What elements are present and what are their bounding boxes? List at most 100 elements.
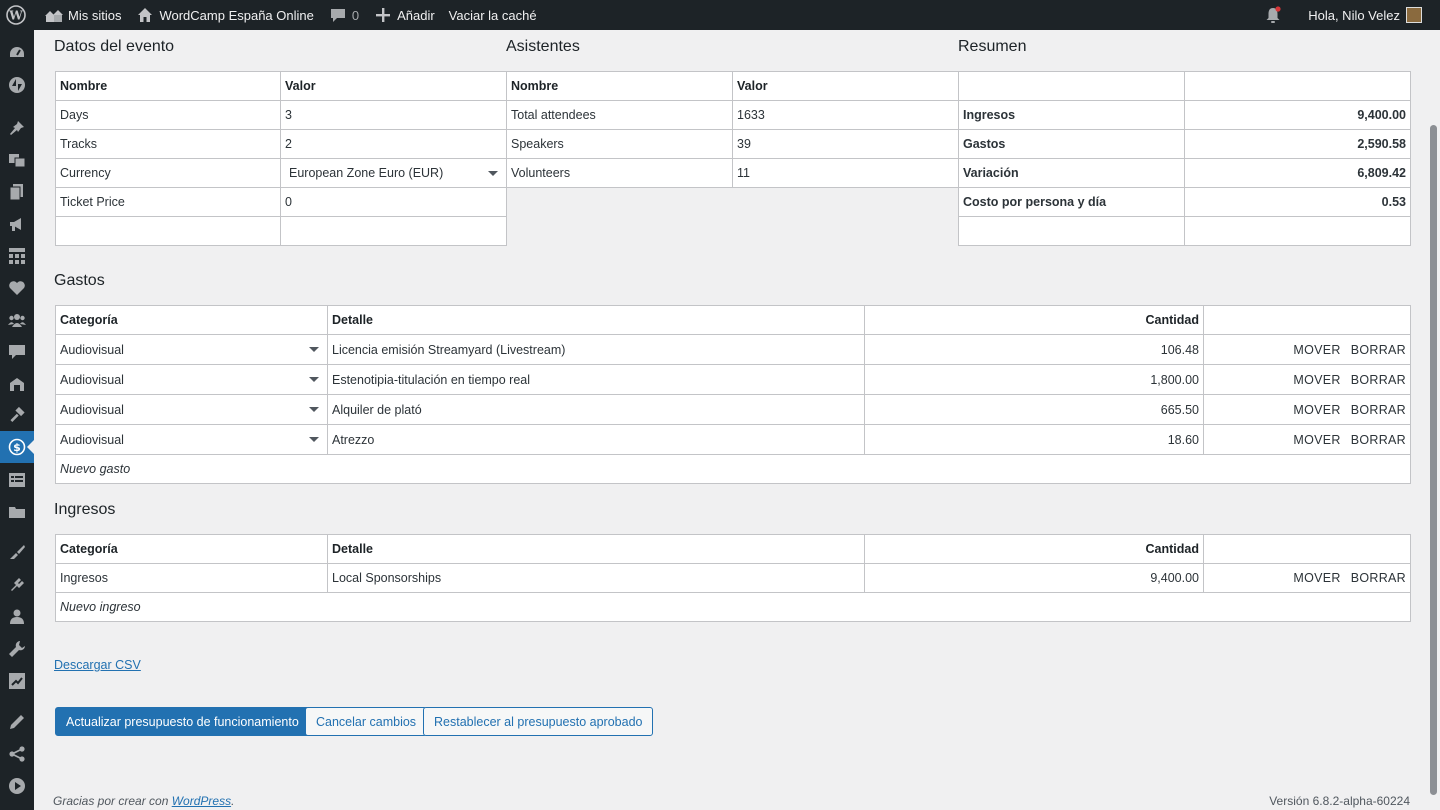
row-actions: MOVER BORRAR — [1203, 334, 1411, 365]
hammer-tools-icon[interactable] — [7, 406, 27, 426]
clear-cache-button[interactable]: Vaciar la caché — [442, 0, 544, 30]
delete-button[interactable]: BORRAR — [1351, 343, 1406, 357]
comments-count: 0 — [351, 7, 360, 23]
row-actions: MOVER BORRAR — [1203, 364, 1411, 395]
comments-icon[interactable] — [7, 342, 27, 362]
amount-input[interactable]: 665.50 — [864, 394, 1204, 425]
delete-button[interactable]: BORRAR — [1351, 433, 1406, 447]
budget-menu-item[interactable]: $ — [0, 431, 35, 463]
detail-input[interactable]: Local Sponsorships — [327, 563, 865, 593]
category-select[interactable]: Audiovisual — [55, 364, 328, 395]
settings-sliders-icon[interactable] — [7, 671, 27, 691]
footer-thanks: Gracias por crear con WordPress. — [53, 794, 234, 808]
new-income-input[interactable]: Nuevo ingreso — [55, 592, 1411, 622]
greeting-label: Hola, Nilo Velez — [1308, 7, 1400, 23]
field-name: Currency — [55, 158, 281, 188]
my-sites-menu[interactable]: Mis sitios — [37, 0, 128, 30]
move-button[interactable]: MOVER — [1293, 571, 1340, 585]
category-value: Audiovisual — [60, 372, 124, 387]
reset-budget-button[interactable]: Restablecer al presupuesto aprobado — [423, 707, 654, 736]
users-icon[interactable] — [7, 607, 27, 627]
home-icon — [135, 5, 155, 25]
tracks-input[interactable]: 2 — [280, 129, 507, 159]
table-row: Tracks 2 — [55, 129, 507, 159]
category-select[interactable]: Ingresos — [55, 563, 328, 593]
ticket-price-input[interactable]: 0 — [280, 187, 507, 217]
event-data-title: Datos del evento — [54, 38, 175, 55]
comment-icon — [328, 5, 348, 25]
volunteers-input[interactable]: 11 — [732, 158, 959, 188]
grid-layout-icon[interactable] — [7, 246, 27, 266]
category-select[interactable]: Audiovisual — [55, 394, 328, 425]
detail-input[interactable]: Atrezzo — [327, 424, 865, 455]
dashboard-icon[interactable] — [7, 43, 27, 63]
summary-label: Variación — [958, 158, 1185, 188]
category-value: Audiovisual — [60, 432, 124, 447]
add-new-menu[interactable]: Añadir — [366, 0, 442, 30]
new-row: Nuevo gasto — [55, 454, 1411, 484]
comments-menu[interactable]: 0 — [321, 0, 366, 30]
media-icon[interactable] — [7, 150, 27, 170]
cancel-changes-button[interactable]: Cancelar cambios — [305, 707, 428, 736]
video-play-icon[interactable] — [7, 776, 27, 796]
edit-pencil-icon[interactable] — [7, 712, 27, 732]
detail-input[interactable]: Licencia emisión Streamyard (Livestream) — [327, 334, 865, 365]
download-csv-link[interactable]: Descargar CSV — [54, 658, 141, 672]
footer-thanks-suffix: . — [231, 794, 235, 808]
svg-text:W: W — [8, 9, 23, 23]
site-name-menu[interactable]: WordCamp España Online — [128, 0, 320, 30]
summary-title: Resumen — [958, 38, 1027, 55]
amount-input[interactable]: 1,800.00 — [864, 364, 1204, 395]
jetpack-icon[interactable] — [7, 75, 27, 95]
days-input[interactable]: 3 — [280, 100, 507, 130]
expenses-table: Categoría Detalle Cantidad Audiovisual L… — [55, 305, 1411, 484]
sponsors-icon[interactable] — [7, 374, 27, 394]
wordpress-logo-menu[interactable]: W — [0, 0, 37, 30]
share-icon[interactable] — [7, 744, 27, 764]
clear-cache-label: Vaciar la caché — [448, 7, 537, 23]
pin-posts-icon[interactable] — [7, 118, 27, 138]
heart-icon[interactable] — [7, 278, 27, 298]
pages-icon[interactable] — [7, 182, 27, 202]
category-select[interactable]: Audiovisual — [55, 334, 328, 365]
list-view-icon[interactable] — [7, 470, 27, 490]
my-account-menu[interactable]: Hola, Nilo Velez — [1301, 0, 1440, 30]
wordpress-link[interactable]: WordPress — [172, 794, 231, 808]
move-button[interactable]: MOVER — [1293, 343, 1340, 357]
page-scrollbar[interactable] — [1427, 30, 1440, 810]
empty-cell[interactable] — [55, 216, 281, 246]
footer-thanks-prefix: Gracias por crear con — [53, 794, 172, 808]
appearance-brush-icon[interactable] — [7, 542, 27, 562]
amount-input[interactable]: 106.48 — [864, 334, 1204, 365]
scrollbar-thumb[interactable] — [1430, 125, 1437, 795]
empty-cell[interactable] — [280, 216, 507, 246]
table-row: Costo por persona y día 0.53 — [958, 187, 1411, 217]
update-budget-button[interactable]: Actualizar presupuesto de funcionamiento — [55, 707, 310, 736]
folder-icon[interactable] — [7, 502, 27, 522]
feedback-megaphone-icon[interactable] — [7, 214, 27, 234]
category-value: Audiovisual — [60, 402, 124, 417]
amount-input[interactable]: 9,400.00 — [864, 563, 1204, 593]
detail-input[interactable]: Alquiler de plató — [327, 394, 865, 425]
total-attendees-input[interactable]: 1633 — [732, 100, 959, 130]
move-button[interactable]: MOVER — [1293, 373, 1340, 387]
plugins-icon[interactable] — [7, 575, 27, 595]
move-button[interactable]: MOVER — [1293, 403, 1340, 417]
summary-table: Ingresos 9,400.00 Gastos 2,590.58 Variac… — [958, 71, 1411, 246]
tools-wrench-icon[interactable] — [7, 639, 27, 659]
summary-value: 2,590.58 — [1184, 129, 1411, 159]
speakers-input[interactable]: 39 — [732, 129, 959, 159]
category-select[interactable]: Audiovisual — [55, 424, 328, 455]
groups-icon[interactable] — [7, 310, 27, 330]
delete-button[interactable]: BORRAR — [1351, 403, 1406, 417]
amount-input[interactable]: 18.60 — [864, 424, 1204, 455]
currency-select[interactable]: European Zone Euro (EUR) — [280, 158, 507, 188]
notifications-button[interactable] — [1256, 0, 1301, 30]
column-header: Nombre — [55, 71, 281, 101]
new-expense-input[interactable]: Nuevo gasto — [55, 454, 1411, 484]
detail-input[interactable]: Estenotipia-titulación en tiempo real — [327, 364, 865, 395]
chevron-down-icon — [309, 437, 319, 442]
move-button[interactable]: MOVER — [1293, 433, 1340, 447]
delete-button[interactable]: BORRAR — [1351, 373, 1406, 387]
delete-button[interactable]: BORRAR — [1351, 571, 1406, 585]
